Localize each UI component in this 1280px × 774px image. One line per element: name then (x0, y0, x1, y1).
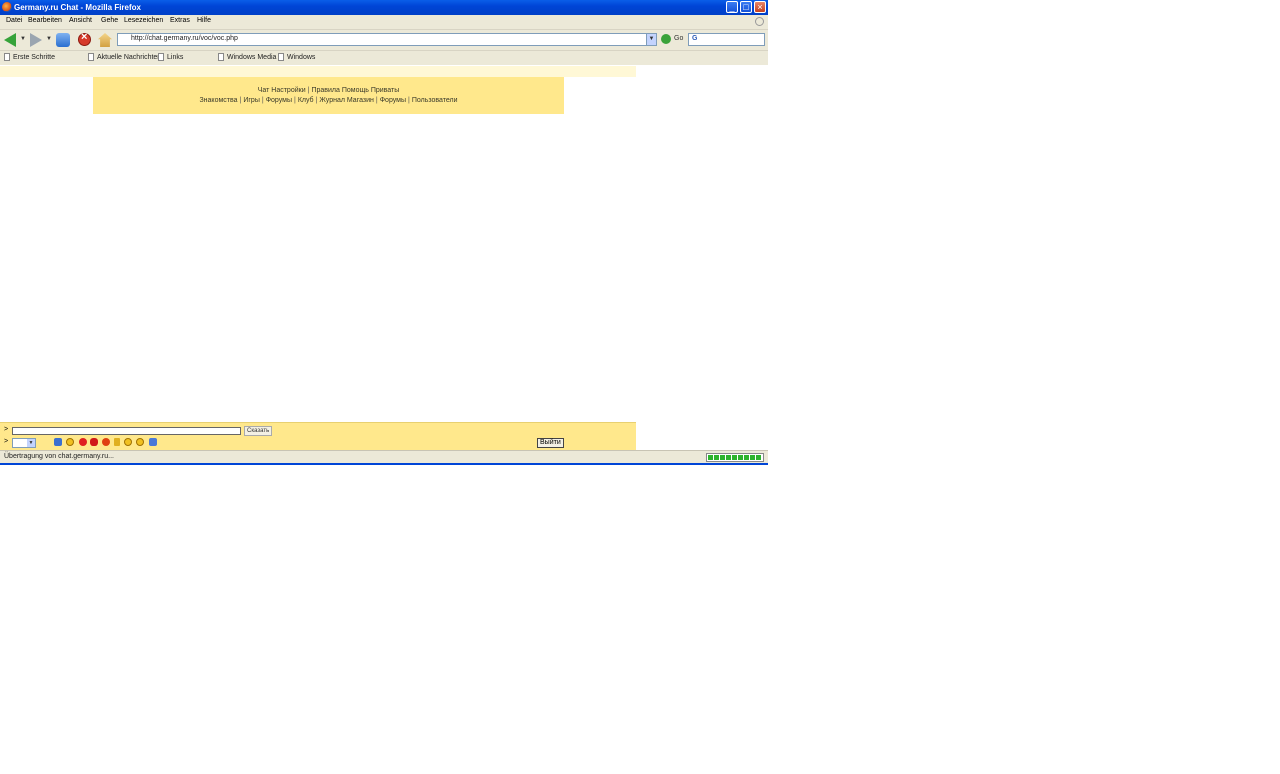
exit-button[interactable]: Выйти (537, 438, 564, 448)
search-input[interactable]: G (688, 33, 765, 46)
menu-view[interactable]: Ansicht (69, 17, 92, 24)
shop-link[interactable]: Магазин (347, 97, 374, 104)
bookmark-label: Windows Media (227, 53, 277, 61)
stop-icon[interactable] (78, 31, 91, 46)
go-button-label[interactable]: Go (674, 35, 683, 42)
bookmark-item[interactable]: Windows Media (218, 53, 276, 61)
address-dropdown-icon[interactable]: ▼ (646, 34, 656, 45)
smile-icon[interactable] (66, 438, 74, 446)
sad-icon[interactable] (136, 438, 144, 446)
menu-bookmarks[interactable]: Lesezeichen (124, 17, 163, 24)
page-icon (88, 53, 94, 61)
chevron-down-icon: ▼ (27, 439, 35, 447)
title-bar: Germany.ru Chat - Mozilla Firefox _ □ × (0, 0, 768, 15)
bookmark-label: Windows (287, 53, 316, 61)
home-icon[interactable] (98, 33, 112, 47)
chat-menu-panel: Чат Настройки | Правила Помощь Приваты Зна… (93, 77, 564, 114)
help-link[interactable]: Помощь (342, 87, 369, 94)
back-dropdown-icon[interactable]: ▼ (20, 36, 26, 42)
address-url: http://chat.germany.ru/voc/voc.php (131, 35, 238, 42)
menu-file[interactable]: Datei (6, 17, 22, 24)
thumbs-up-icon[interactable] (54, 438, 62, 446)
forums-link[interactable]: Форумы (266, 97, 292, 104)
window-title: Germany.ru Chat - Mozilla Firefox (14, 3, 141, 12)
color-select[interactable]: ▼ (12, 438, 36, 448)
menu-edit[interactable]: Bearbeiten (28, 17, 62, 24)
activity-throbber-icon (755, 17, 764, 26)
minimize-button[interactable]: _ (726, 1, 738, 13)
settings-link[interactable]: Настройки (271, 87, 305, 94)
send-button[interactable]: Сказать (244, 426, 273, 436)
progress-bar (706, 453, 764, 462)
google-search-icon: G (692, 35, 698, 42)
forward-arrow-icon[interactable] (30, 33, 42, 47)
chat-link[interactable]: Чат (258, 87, 270, 94)
chat-top-strip (0, 66, 636, 77)
browser-window: Germany.ru Chat - Mozilla Firefox _ □ × … (0, 0, 768, 465)
menu-tools[interactable]: Extras (170, 17, 190, 24)
chat-menu-row-1: Чат Настройки | Правила Помощь Приваты (93, 87, 564, 94)
status-text: Übertragung von chat.germany.ru... (4, 453, 114, 460)
bookmark-label: Aktuelle Nachrichten (97, 53, 162, 61)
page-icon (158, 53, 164, 61)
menu-bar: Datei Bearbeiten Ansicht Gehe Lesezeiche… (0, 15, 768, 30)
close-button[interactable]: × (754, 1, 766, 13)
bookmark-item[interactable]: Erste Schritte (4, 53, 55, 61)
menu-help[interactable]: Hilfe (197, 17, 211, 24)
bookmarks-toolbar: Erste Schritte Aktuelle Nachrichten Link… (0, 51, 768, 65)
grin-icon[interactable] (124, 438, 132, 446)
back-arrow-icon[interactable] (4, 33, 16, 47)
heart-icon[interactable] (79, 438, 87, 446)
journal-link[interactable]: Журнал (319, 97, 345, 104)
games-link[interactable]: Игры (243, 97, 260, 104)
dating-link[interactable]: Знакомства (199, 97, 237, 104)
bookmark-item[interactable]: Links (158, 53, 183, 61)
window-bottom-border (0, 463, 768, 465)
go-icon[interactable] (661, 34, 671, 44)
bookmark-item[interactable]: Aktuelle Nachrichten (88, 53, 161, 61)
flower-icon[interactable] (102, 438, 110, 446)
prompt-marker: > (4, 426, 9, 433)
wave-icon[interactable] (149, 438, 157, 446)
message-input[interactable] (12, 427, 241, 435)
chat-input-bar: > Сказать > ▼ Выйти (0, 422, 636, 451)
forward-dropdown-icon[interactable]: ▼ (46, 36, 52, 42)
bookmark-label: Erste Schritte (13, 53, 56, 61)
club-link[interactable]: Клуб (298, 97, 314, 104)
page-icon (4, 53, 10, 61)
progress-fill (708, 455, 762, 460)
trophy-icon[interactable] (114, 438, 120, 446)
page-content: Чат Настройки | Правила Помощь Приваты Зна… (0, 66, 768, 451)
menu-go[interactable]: Gehe (101, 17, 118, 24)
page-icon (278, 53, 284, 61)
prompt-marker: > (4, 438, 9, 445)
privates-link[interactable]: Приваты (371, 87, 399, 94)
address-bar[interactable]: http://chat.germany.ru/voc/voc.php ▼ (117, 33, 657, 46)
forums-link-2[interactable]: Форумы (380, 97, 406, 104)
page-icon (218, 53, 224, 61)
users-link[interactable]: Пользователи (412, 97, 458, 104)
bookmark-item[interactable]: Windows (278, 53, 315, 61)
rules-link[interactable]: Правила (311, 87, 339, 94)
chat-menu-row-2: Знакомства | Игры | Форумы | Клуб | Журнал Магаз… (93, 97, 564, 104)
firefox-icon (2, 2, 12, 12)
reload-icon[interactable] (56, 33, 70, 47)
maximize-button[interactable]: □ (740, 1, 752, 13)
lips-icon[interactable] (90, 438, 98, 446)
bookmark-label: Links (167, 53, 184, 61)
